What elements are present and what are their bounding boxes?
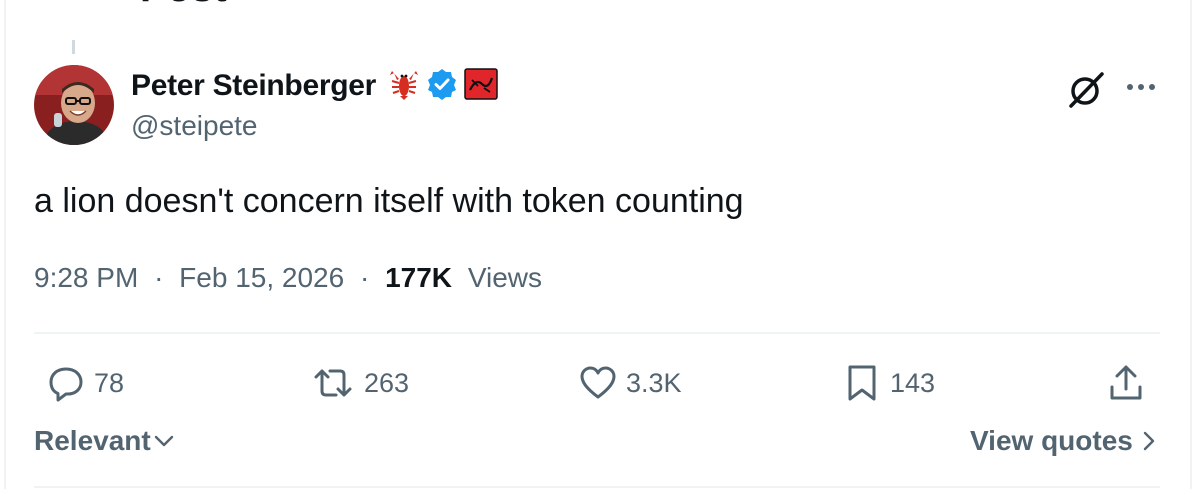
repost-button[interactable]: 263 — [310, 358, 409, 408]
divider — [34, 486, 1160, 488]
chevron-down-icon — [153, 430, 175, 452]
views-label: Views — [467, 262, 542, 293]
views-count: 177K — [385, 262, 453, 293]
display-name[interactable]: Peter Steinberger — [131, 69, 376, 103]
author-info: Peter Steinberger @steipete — [131, 66, 498, 142]
bookmark-count: 143 — [890, 367, 936, 398]
verified-badge-icon[interactable] — [426, 68, 458, 105]
meta-separator: · — [154, 262, 164, 293]
reply-button[interactable]: 78 — [46, 358, 124, 408]
more-options-icon[interactable] — [1126, 80, 1156, 92]
grok-icon[interactable] — [1066, 70, 1106, 110]
chevron-right-icon — [1141, 429, 1157, 453]
action-bar: 78 263 3.3K 143 — [0, 358, 1200, 408]
view-quotes-link[interactable]: View quotes — [970, 425, 1157, 457]
avatar[interactable] — [34, 65, 114, 145]
tweet-time[interactable]: 9:28 PM — [34, 262, 138, 293]
reply-sort-dropdown[interactable]: Relevant — [34, 425, 175, 457]
share-icon — [1106, 363, 1146, 403]
reply-count: 78 — [94, 367, 125, 398]
thread-connector-line — [72, 40, 75, 54]
heart-icon — [578, 363, 618, 403]
name-row: Peter Steinberger — [131, 66, 498, 106]
affiliate-badge-icon[interactable] — [464, 67, 498, 105]
page-header: Post — [0, 0, 1200, 10]
tweet-meta: 9:28 PM · Feb 15, 2026 · 177K Views — [34, 260, 542, 296]
view-quotes-label: View quotes — [970, 425, 1133, 456]
user-handle[interactable]: @steipete — [131, 110, 498, 142]
share-button[interactable] — [1106, 358, 1146, 408]
right-border — [1190, 0, 1192, 489]
meta-separator: · — [359, 262, 370, 293]
repost-count: 263 — [364, 367, 410, 398]
page-title: Post — [140, 0, 227, 10]
sort-label: Relevant — [34, 425, 151, 456]
bookmark-button[interactable]: 143 — [842, 358, 935, 408]
tweet-text: a lion doesn't concern itself with token… — [34, 182, 744, 220]
bookmark-icon — [842, 363, 882, 403]
left-border — [4, 0, 6, 489]
like-count: 3.3K — [626, 367, 682, 398]
divider — [34, 332, 1160, 334]
lobster-emoji-icon — [388, 67, 420, 106]
reply-icon — [46, 363, 86, 403]
repost-icon — [310, 363, 356, 403]
tweet-date[interactable]: Feb 15, 2026 — [179, 262, 344, 293]
like-button[interactable]: 3.3K — [578, 358, 682, 408]
person-avatar-icon — [34, 65, 114, 145]
